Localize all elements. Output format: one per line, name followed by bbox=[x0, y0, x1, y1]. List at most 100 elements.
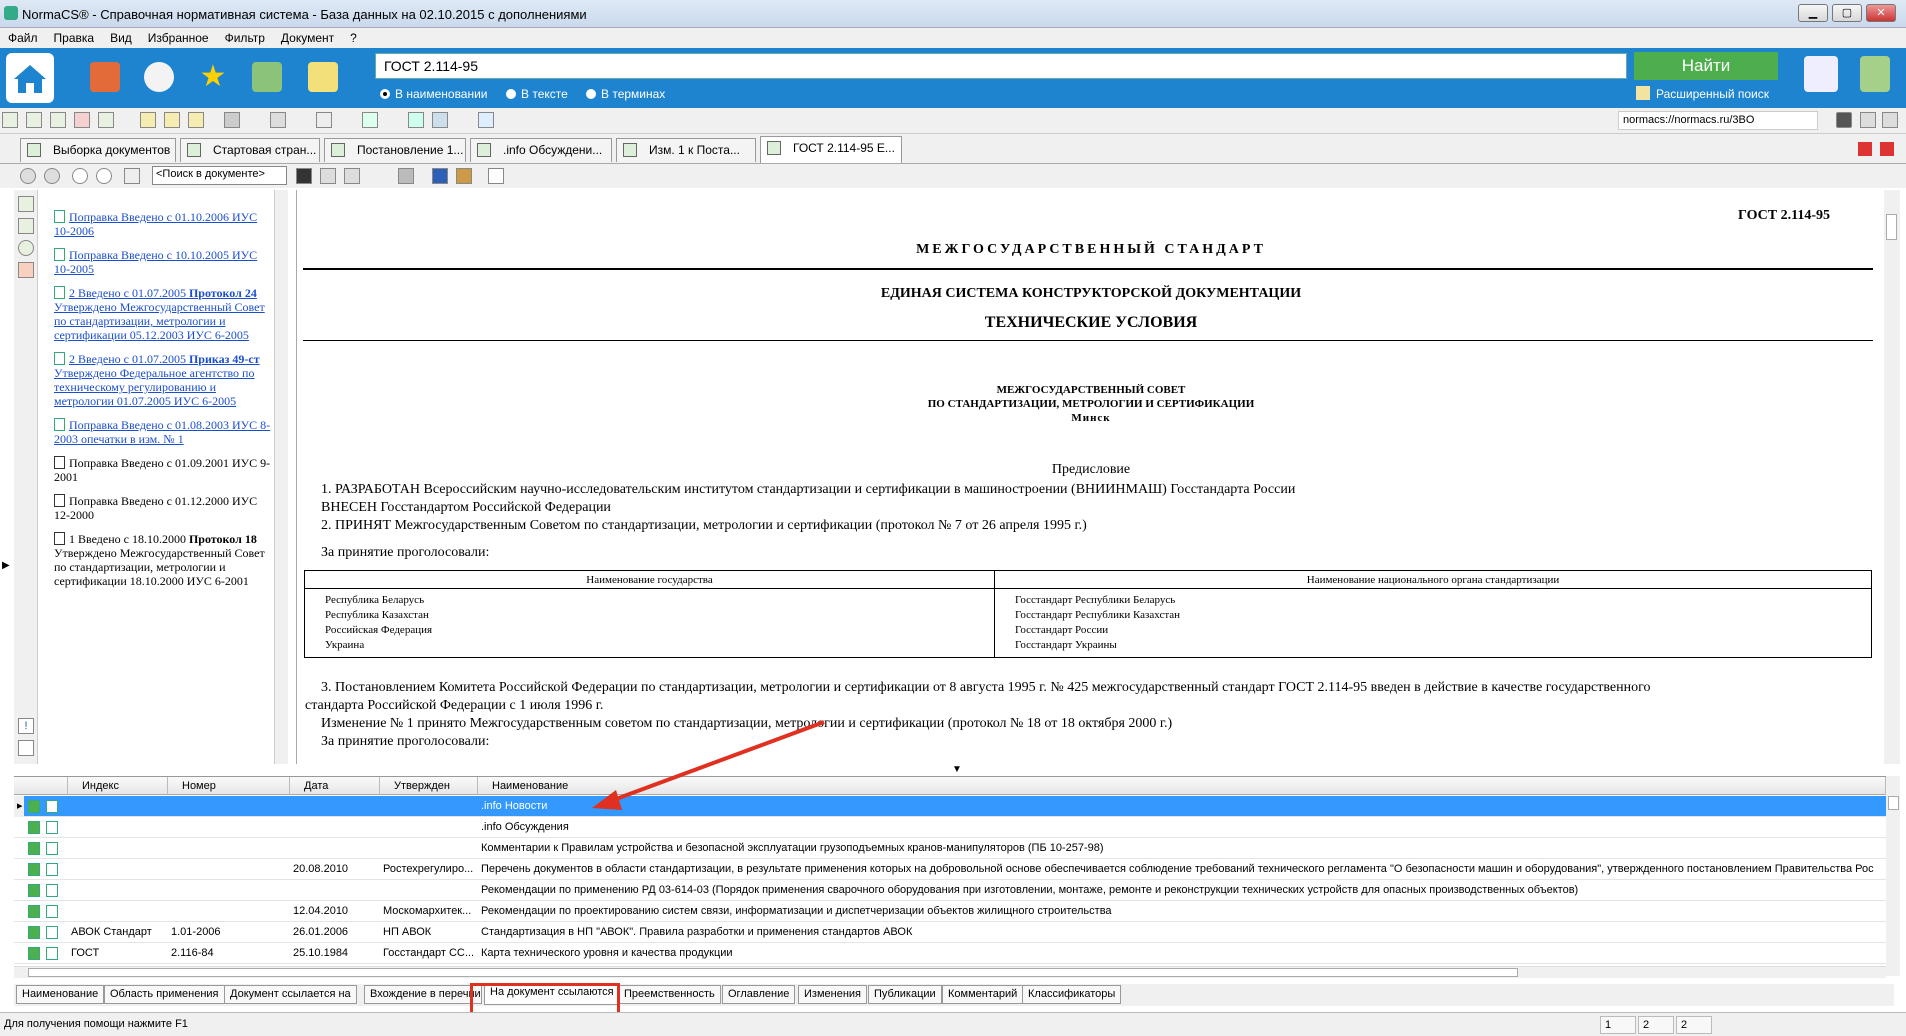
window-icon[interactable] bbox=[1882, 112, 1898, 128]
warning-book-icon[interactable] bbox=[90, 62, 120, 92]
find-prev-icon[interactable] bbox=[344, 168, 360, 184]
grid-scrollbar[interactable] bbox=[1886, 776, 1900, 976]
history-event[interactable]: Поправка Введено с 10.10.2005 ИУС 10-200… bbox=[54, 248, 274, 276]
grid-horizontal-scrollbar[interactable] bbox=[14, 966, 1886, 978]
calculator-icon[interactable] bbox=[252, 62, 282, 92]
tab-name[interactable]: Наименование bbox=[16, 985, 105, 1004]
find-button[interactable]: Найти bbox=[1634, 52, 1778, 80]
info-icon[interactable] bbox=[488, 168, 504, 184]
advanced-search-link[interactable]: Расширенный поиск bbox=[1656, 87, 1769, 101]
stop-icon[interactable] bbox=[18, 740, 34, 756]
home-button[interactable] bbox=[6, 53, 54, 103]
binoculars-icon[interactable] bbox=[296, 168, 312, 184]
help-icon[interactable] bbox=[1804, 56, 1838, 92]
history-event[interactable]: Поправка Введено с 01.10.2006 ИУС 10-200… bbox=[54, 210, 274, 238]
radio-in-text[interactable]: В тексте bbox=[506, 87, 568, 101]
doc-green-icon[interactable] bbox=[50, 112, 66, 128]
grid-header-approved[interactable]: Утвержден bbox=[380, 777, 478, 795]
radio-in-terms[interactable]: В терминах bbox=[586, 87, 665, 101]
history-event[interactable]: 2 Введено с 01.07.2005 Приказ 49-ст Утве… bbox=[54, 352, 274, 408]
grid-header-index[interactable]: Индекс bbox=[68, 777, 168, 795]
export-icon[interactable] bbox=[456, 168, 472, 184]
alert-icon[interactable]: ! bbox=[18, 718, 34, 734]
back-icon[interactable] bbox=[20, 168, 36, 184]
doc-yellow-icon[interactable] bbox=[188, 112, 204, 128]
printer-icon[interactable] bbox=[398, 168, 414, 184]
document-scrollbar[interactable] bbox=[1884, 190, 1900, 764]
doc-yellow-icon[interactable] bbox=[164, 112, 180, 128]
favorites-star-icon[interactable]: ★ bbox=[198, 62, 228, 92]
doc-yellow-icon[interactable] bbox=[140, 112, 156, 128]
folder-icon[interactable] bbox=[308, 62, 338, 92]
check-icon[interactable] bbox=[408, 112, 424, 128]
tab-amendment[interactable]: Изм. 1 к Поста... bbox=[616, 138, 756, 162]
print-preview-icon[interactable] bbox=[124, 168, 140, 184]
tab-classifiers[interactable]: Классификаторы bbox=[1022, 985, 1122, 1004]
close-button[interactable]: ✕ bbox=[1866, 4, 1896, 22]
menu-filter[interactable]: Фильтр bbox=[217, 28, 273, 48]
table-row[interactable]: 20.08.2010 Ростехрегулиро... Перечень доку… bbox=[14, 859, 1886, 880]
forward-icon[interactable] bbox=[44, 168, 60, 184]
tab-publications[interactable]: Публикации bbox=[868, 985, 942, 1004]
tab-comment[interactable]: Комментарий bbox=[942, 985, 1024, 1004]
scroll-thumb[interactable] bbox=[28, 968, 1518, 977]
search-input[interactable] bbox=[375, 53, 1627, 79]
tab-included-in-lists[interactable]: Вхождение в перечни bbox=[364, 985, 482, 1004]
minimize-button[interactable]: ▁ bbox=[1798, 4, 1828, 22]
tab-start-page[interactable]: Стартовая стран... bbox=[180, 138, 320, 162]
radio-in-name[interactable]: В наименовании bbox=[380, 87, 488, 101]
find-next-icon[interactable] bbox=[320, 168, 336, 184]
table-row[interactable]: Рекомендации по применению РД 03-614-03 … bbox=[14, 880, 1886, 901]
grid-header-date[interactable]: Дата bbox=[290, 777, 380, 795]
tab-document-selection[interactable]: Выборка документов bbox=[20, 138, 176, 162]
list-icon[interactable] bbox=[18, 196, 34, 212]
tool-icon[interactable] bbox=[270, 112, 286, 128]
list-icon[interactable] bbox=[18, 218, 34, 234]
history-event[interactable]: Поправка Введено с 01.08.2003 ИУС 8-2003… bbox=[54, 418, 274, 446]
history-event[interactable]: 1 Введено с 18.10.2000 Протокол 18 Утвер… bbox=[54, 532, 274, 588]
doc-red-icon[interactable] bbox=[74, 112, 90, 128]
tab-scope[interactable]: Область применения bbox=[104, 985, 225, 1004]
collapse-arrow-icon[interactable]: ▶ bbox=[2, 560, 10, 571]
grid-header-number[interactable]: Номер bbox=[168, 777, 290, 795]
table-row[interactable]: .info Обсуждения bbox=[14, 817, 1886, 838]
zoom-out-icon[interactable] bbox=[96, 168, 112, 184]
tab-close-all-icon[interactable] bbox=[1880, 142, 1894, 156]
tab-close-icon[interactable] bbox=[1858, 142, 1872, 156]
left-panel-scrollbar[interactable] bbox=[274, 190, 288, 764]
text-icon[interactable] bbox=[316, 112, 332, 128]
document-search-combo[interactable]: <Поиск в документе> bbox=[152, 166, 287, 185]
print-icon[interactable] bbox=[224, 112, 240, 128]
tab-references-to[interactable]: Документ ссылается на bbox=[224, 985, 357, 1004]
doc-icon[interactable] bbox=[98, 112, 114, 128]
doc-icon[interactable] bbox=[2, 112, 18, 128]
history-event[interactable]: Поправка Введено с 01.12.2000 ИУС 12-200… bbox=[54, 494, 274, 522]
tab-succession[interactable]: Преемственность bbox=[618, 985, 721, 1004]
tab-resolution[interactable]: Постановление 1... bbox=[324, 138, 466, 162]
table-row[interactable]: ГОСТ 2.116-84 25.10.1984 Госстандарт СС... К… bbox=[14, 943, 1886, 964]
table-row[interactable]: Комментарии к Правилам устройства и безо… bbox=[14, 838, 1886, 859]
table-row[interactable]: ▸ .info Новости bbox=[14, 796, 1886, 817]
history-event[interactable]: 2 Введено с 01.07.2005 Протокол 24 Утвер… bbox=[54, 286, 274, 342]
window-icon[interactable] bbox=[1860, 112, 1876, 128]
menu-help[interactable]: ? bbox=[342, 28, 365, 48]
tree-icon[interactable] bbox=[362, 112, 378, 128]
table-row[interactable]: АВОК Стандарт 1.01-2006 26.01.2006 НП АВОК С… bbox=[14, 922, 1886, 943]
maximize-button[interactable]: ▢ bbox=[1832, 4, 1862, 22]
history-event[interactable]: Поправка Введено с 01.09.2001 ИУС 9-2001 bbox=[54, 456, 274, 484]
scroll-thumb[interactable] bbox=[1886, 214, 1897, 240]
splitter-arrow-icon[interactable]: ▼ bbox=[952, 764, 962, 775]
calendar-icon[interactable] bbox=[18, 262, 34, 278]
zoom-in-icon[interactable] bbox=[72, 168, 88, 184]
menu-favorites[interactable]: Избранное bbox=[140, 28, 217, 48]
network-icon[interactable] bbox=[478, 112, 494, 128]
tab-contents[interactable]: Оглавление bbox=[722, 985, 796, 1004]
user-icon[interactable] bbox=[1860, 56, 1890, 92]
history-icon[interactable] bbox=[18, 240, 34, 256]
tab-changes[interactable]: Изменения bbox=[798, 985, 867, 1004]
word-icon[interactable] bbox=[432, 168, 448, 184]
address-field[interactable]: normacs://normacs.ru/3BO bbox=[1618, 111, 1818, 130]
go-icon[interactable] bbox=[1836, 112, 1852, 128]
history-clock-icon[interactable] bbox=[144, 62, 174, 92]
table-row[interactable]: 12.04.2010 Москомархитек... Рекомендации п… bbox=[14, 901, 1886, 922]
